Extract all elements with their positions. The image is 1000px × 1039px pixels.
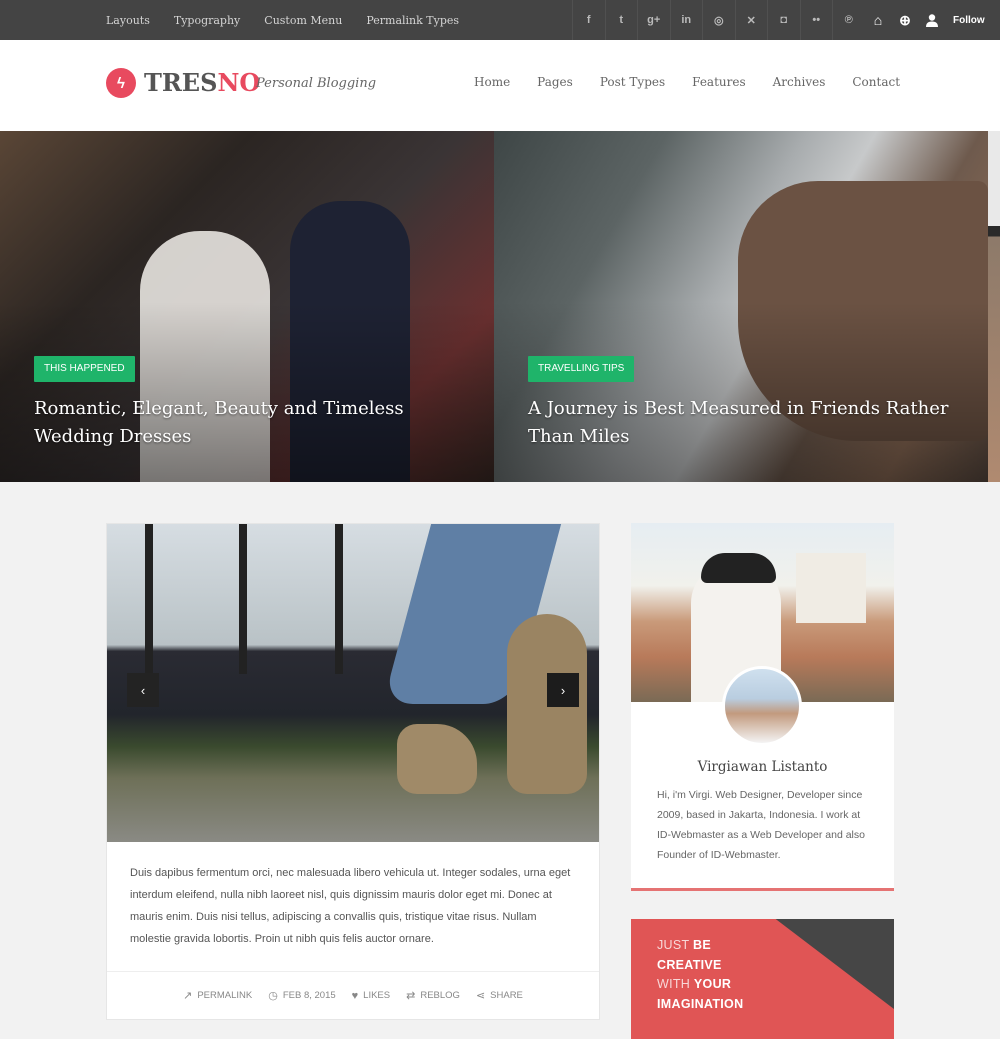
promo-word: WITH (657, 977, 694, 991)
linkedin-icon[interactable]: in (669, 0, 703, 40)
user-glyph (926, 13, 938, 27)
instagram-icon[interactable]: ◘ (767, 0, 800, 40)
fence-rail (335, 524, 343, 674)
nav-pages[interactable]: Pages (537, 75, 573, 89)
post-meta-bar: ↗ PERMALINK ◷ FEB 8, 2015 ♥ LIKES ⇄ REBLOG ⋖… (107, 971, 599, 1019)
hero-shade (0, 302, 494, 482)
facebook-icon[interactable]: f (572, 0, 605, 40)
top-nav: Layouts Typography Custom Menu Permalink… (106, 0, 483, 40)
share-button[interactable]: ⋖ SHARE (476, 989, 523, 1002)
hero-shade (494, 302, 988, 482)
promo-word: CREATIVE (657, 957, 722, 972)
site-tagline: Personal Blogging (256, 76, 377, 91)
post-date[interactable]: ◷ FEB 8, 2015 (268, 989, 335, 1002)
site-header: ϟ TRESNO Personal Blogging Home Pages Po… (0, 40, 1000, 131)
top-bar: Layouts Typography Custom Menu Permalink… (0, 0, 1000, 40)
author-bio: Hi, i'm Virgi. Web Designer, Developer s… (657, 789, 865, 861)
share-icon: ⋖ (475, 990, 486, 1002)
main-nav: Home Pages Post Types Features Archives … (474, 75, 927, 89)
author-widget: Virgiawan Listanto Hi, i'm Virgi. Web De… (631, 523, 894, 891)
meta-label: REBLOG (420, 990, 460, 1001)
fence-rail (239, 524, 247, 674)
logo-accent: NO (217, 68, 261, 97)
fence-rail (145, 524, 153, 674)
twitter-icon[interactable]: t (604, 0, 638, 40)
meta-label: PERMALINK (197, 990, 253, 1001)
post-gallery-image: ‹ › (107, 524, 599, 842)
dribbble-icon[interactable]: ◎ (702, 0, 735, 40)
flickr-icon[interactable]: •• (799, 0, 833, 40)
photo-shoe (397, 724, 477, 794)
google-plus-icon[interactable]: g+ (637, 0, 670, 40)
category-badge[interactable]: THIS HAPPENED (34, 356, 135, 382)
promo-word: JUST (657, 938, 693, 952)
logo-bolt-icon[interactable]: ϟ (106, 68, 136, 98)
nav-features[interactable]: Features (692, 75, 745, 89)
add-icon[interactable]: ⊕ (892, 0, 919, 40)
post-card: ‹ › Duis dapibus fermentum orci, nec mal… (106, 523, 600, 1020)
social-links: f t g+ in ◎ ✕ ◘ •• ℗ ⌂ ⊕ (572, 0, 946, 40)
likes-button[interactable]: ♥ LIKES (352, 990, 390, 1002)
top-nav-layouts[interactable]: Layouts (106, 14, 150, 27)
meta-label: LIKES (363, 990, 391, 1001)
follow-button[interactable]: Follow (953, 0, 985, 40)
gallery-prev-button[interactable]: ‹ (127, 673, 159, 707)
top-nav-typography[interactable]: Typography (174, 14, 240, 27)
post-excerpt: Duis dapibus fermentum orci, nec malesua… (130, 867, 571, 945)
meta-label: FEB 8, 2015 (282, 990, 336, 1001)
pinterest-icon[interactable]: ℗ (832, 0, 865, 40)
top-nav-custom-menu[interactable]: Custom Menu (264, 14, 342, 27)
promo-word: YOUR (693, 977, 732, 991)
permalink-link[interactable]: ↗ PERMALINK (183, 989, 252, 1002)
hero-title[interactable]: Romantic, Elegant, Beauty and Timeless W… (34, 395, 464, 451)
nav-home[interactable]: Home (474, 75, 510, 89)
reblog-button[interactable]: ⇄ REBLOG (406, 989, 460, 1002)
category-badge[interactable]: TRAVELLING TIPS (528, 356, 635, 382)
promo-word: BE (693, 938, 711, 952)
cover-building (796, 553, 866, 623)
hero-slide-journey[interactable]: TRAVELLING TIPS A Journey is Best Measur… (494, 131, 988, 482)
promo-banner[interactable]: JUST BE CREATIVE WITH YOUR IMAGINATION (631, 919, 894, 1039)
heart-icon: ♥ (351, 989, 359, 1002)
home-icon[interactable]: ⌂ (865, 0, 892, 40)
reblog-icon: ⇄ (406, 990, 416, 1002)
meta-label: SHARE (490, 990, 523, 1001)
nav-contact[interactable]: Contact (852, 75, 900, 89)
nav-archives[interactable]: Archives (773, 75, 826, 89)
author-name: Virgiawan Listanto (697, 759, 828, 775)
external-link-icon: ↗ (183, 990, 193, 1002)
nav-post-types[interactable]: Post Types (600, 75, 665, 89)
logo-main: TRES (144, 68, 218, 97)
author-avatar[interactable] (722, 666, 802, 746)
hero-slide-wedding[interactable]: THIS HAPPENED Romantic, Elegant, Beauty … (0, 131, 494, 482)
cover-hat (701, 553, 776, 583)
gallery-next-button[interactable]: › (547, 673, 579, 707)
user-icon[interactable] (919, 0, 946, 40)
top-nav-permalink-types[interactable]: Permalink Types (366, 14, 459, 27)
site-logo[interactable]: TRESNO (144, 68, 260, 97)
clock-icon: ◷ (268, 990, 278, 1002)
hero-next-slide-peek[interactable] (988, 131, 1000, 482)
promo-word: IMAGINATION (657, 996, 744, 1011)
promo-text: JUST BE CREATIVE WITH YOUR IMAGINATION (657, 936, 743, 1014)
xing-icon[interactable]: ✕ (734, 0, 768, 40)
hero-title[interactable]: A Journey is Best Measured in Friends Ra… (528, 395, 968, 451)
